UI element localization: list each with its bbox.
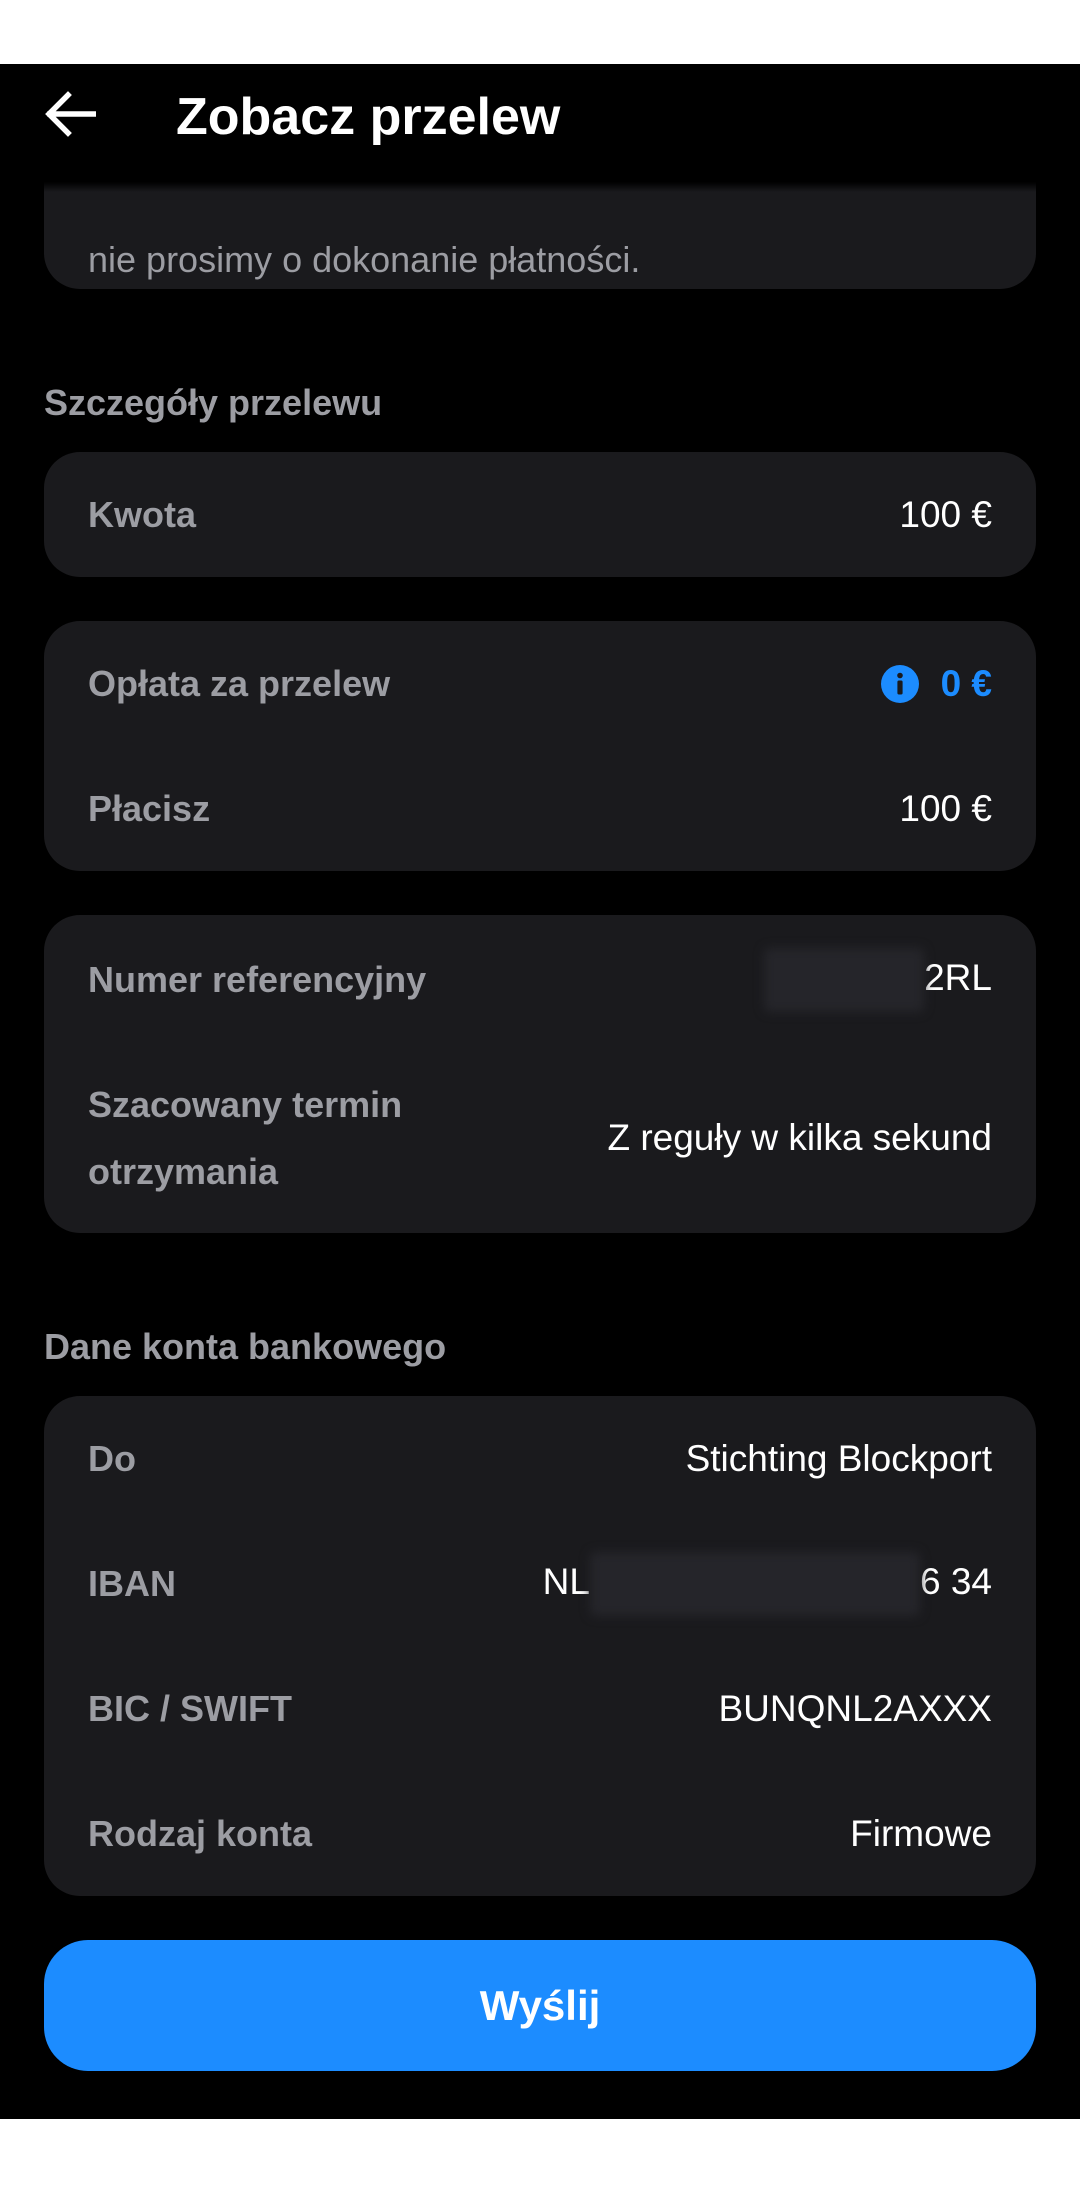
fee-card: Opłata za przelew 0 € Płacisz 100 € [44,621,1036,871]
bic-row: BIC / SWIFT BUNQNL2AXXX [88,1676,992,1741]
header-divider [0,182,1080,192]
send-button[interactable]: Wyślij [44,1940,1036,2071]
eta-row: Szacowany termin otrzymania Z reguły w k… [88,1070,992,1205]
bic-label: BIC / SWIFT [88,1687,292,1729]
amount-row: Kwota 100 € [88,482,992,547]
reference-label: Numer referencyjny [88,958,427,1000]
you-pay-row: Płacisz 100 € [88,776,992,841]
bank-details-card: Do Stichting Blockport IBAN NL 6 34 BIC /… [44,1396,1036,1896]
bic-value: BUNQNL2AXXX [718,1687,993,1729]
top-app-bar: Zobacz przelew [0,64,1080,182]
bank-details-heading: Dane konta bankowego [44,1326,447,1367]
back-button[interactable] [30,76,110,156]
fee-value: 0 € [940,662,992,704]
redacted-iban [589,1551,920,1616]
arrow-left-icon [44,90,97,142]
you-pay-value: 100 € [899,787,992,829]
account-type-row: Rodzaj konta Firmowe [88,1801,992,1866]
eta-label: Szacowany termin otrzymania [88,1083,403,1192]
recipient-row: Do Stichting Blockport [88,1426,992,1491]
reference-value: 2RL [764,947,992,1012]
fee-value-group: 0 € [880,662,992,705]
iban-row: IBAN NL 6 34 [88,1551,992,1616]
page-title: Zobacz przelew [176,88,561,146]
account-type-label: Rodzaj konta [88,1812,313,1854]
fee-row: Opłata za przelew 0 € [88,651,992,716]
iban-suffix: 6 34 [919,1560,992,1602]
eta-value: Z reguły w kilka sekund [607,1116,992,1158]
you-pay-label: Płacisz [88,787,211,829]
reference-visible-part: 2RL [924,956,992,998]
amount-card: Kwota 100 € [44,452,1036,577]
amount-label: Kwota [88,493,196,535]
account-type-value: Firmowe [850,1812,992,1854]
recipient-value: Stichting Blockport [685,1437,992,1479]
transfer-details-heading: Szczegóły przelewu [44,382,383,423]
notice-text: nie prosimy o dokonanie płatności. [88,239,641,280]
fee-label: Opłata za przelew [88,662,391,704]
iban-prefix: NL [542,1560,590,1602]
recipient-label: Do [88,1437,136,1479]
iban-label: IBAN [88,1562,176,1604]
iban-value: NL 6 34 [542,1551,992,1616]
info-icon[interactable] [880,664,919,703]
reference-card: Numer referencyjny 2RL Szacowany termin … [44,915,1036,1233]
app-screen: Zobacz przelew nie prosimy o dokonanie p… [0,64,1080,2119]
redacted-reference [764,947,925,1012]
amount-value: 100 € [899,493,992,535]
reference-row: Numer referencyjny 2RL [88,947,992,1012]
